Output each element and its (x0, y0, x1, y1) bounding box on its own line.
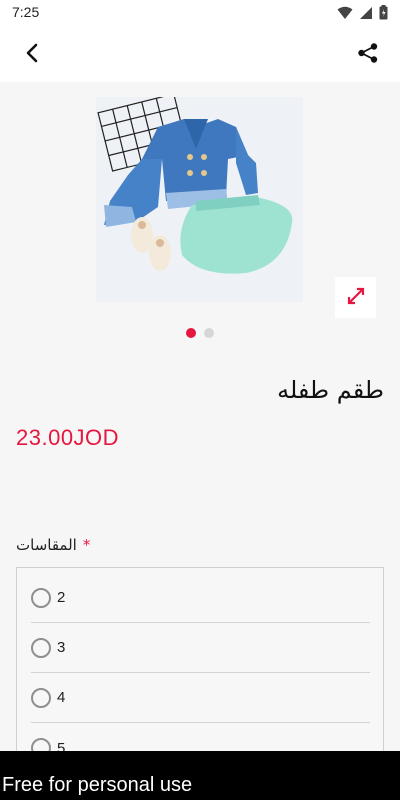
sizes-label-text: المقاسات (16, 536, 77, 554)
watermark-bar: Free for personal use (0, 751, 400, 800)
size-option[interactable]: 3 (31, 623, 370, 673)
battery-icon (379, 5, 388, 24)
share-button[interactable] (354, 41, 382, 69)
product-photo (96, 97, 303, 302)
product-price: 23.00JOD (16, 425, 120, 450)
share-icon (357, 42, 379, 68)
carousel-dot[interactable] (186, 328, 196, 338)
status-bar: 7:25 (0, 0, 400, 24)
radio-button[interactable] (31, 687, 51, 708)
back-button[interactable] (18, 41, 46, 69)
sizes-label: المقاسات * (16, 536, 90, 554)
status-icons (337, 5, 388, 24)
chevron-left-icon (25, 43, 39, 67)
watermark-text: Free for personal use (2, 774, 193, 796)
size-option-label: 4 (57, 689, 66, 706)
size-options-list: 2 3 4 5 (16, 567, 384, 767)
app-bar (0, 24, 400, 82)
carousel-indicator (186, 328, 214, 338)
size-option-label: 2 (57, 589, 66, 606)
status-time: 7:25 (12, 4, 40, 20)
carousel-dot[interactable] (204, 328, 214, 338)
size-option[interactable]: 2 (31, 573, 370, 623)
product-details-screen: 7:25 طقم طفله 23.00JOD المقاسات * 2 3 4 … (0, 0, 400, 800)
required-marker: * (82, 536, 91, 554)
size-option-label: 3 (57, 639, 66, 656)
wifi-icon (337, 5, 353, 24)
size-option[interactable]: 4 (31, 673, 370, 723)
expand-image-button[interactable] (335, 277, 376, 318)
product-title: طقم طفله (277, 376, 384, 404)
expand-icon (345, 285, 367, 311)
product-image[interactable] (96, 97, 303, 302)
radio-button[interactable] (31, 587, 51, 608)
radio-button[interactable] (31, 637, 51, 658)
signal-icon (359, 5, 373, 24)
